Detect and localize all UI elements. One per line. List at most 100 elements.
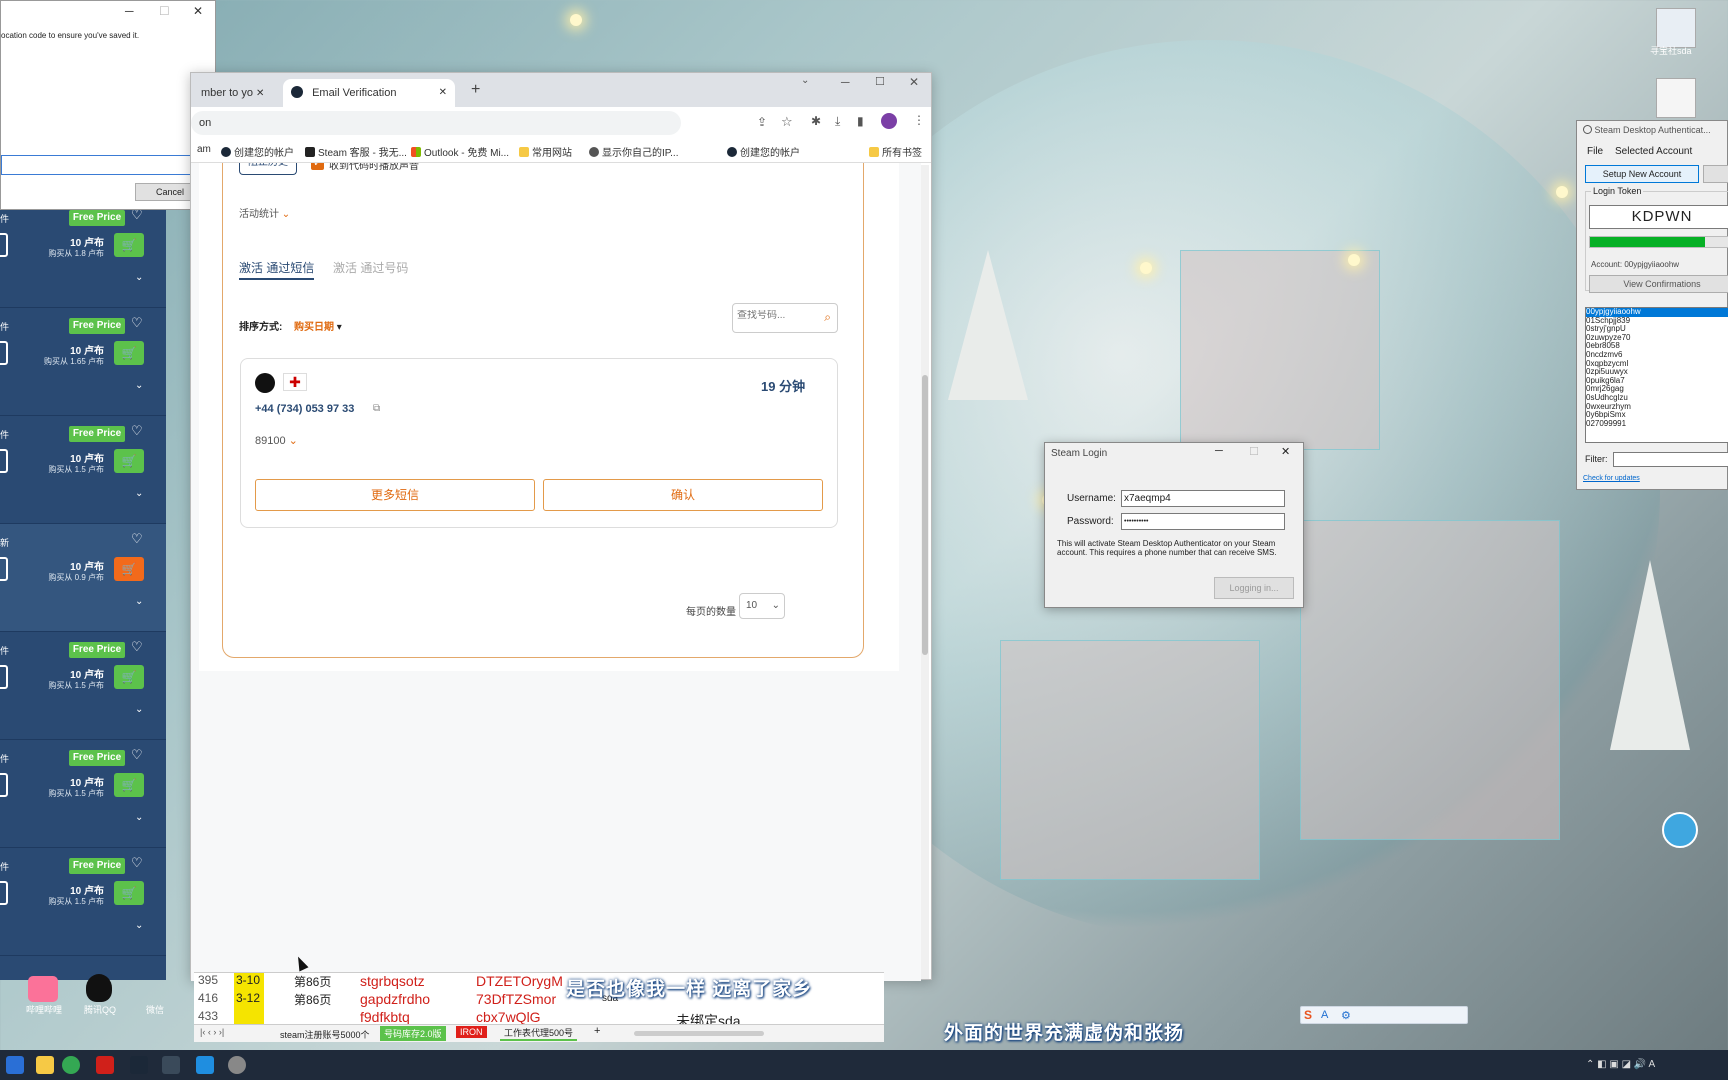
- search-input[interactable]: [737, 310, 813, 321]
- chevron-down-icon[interactable]: ⌄: [135, 488, 143, 499]
- star-icon[interactable]: ☆: [781, 114, 793, 130]
- minimize-icon[interactable]: ─: [125, 4, 134, 18]
- heart-icon[interactable]: ♡: [131, 423, 143, 439]
- heart-icon[interactable]: ♡: [131, 531, 143, 547]
- bookmark-item[interactable]: 常用网站: [519, 144, 572, 159]
- password-cell[interactable]: 73DfTZSmor: [476, 991, 556, 1007]
- username-cell[interactable]: f9dfkbtq: [360, 1009, 410, 1025]
- search-icon[interactable]: ⌕: [824, 310, 831, 325]
- close-icon[interactable]: ✕: [909, 75, 919, 89]
- bookmark-item[interactable]: 创建您的帐户: [727, 144, 800, 159]
- password-field[interactable]: ••••••••••: [1121, 513, 1285, 530]
- activity-stats-toggle[interactable]: 活动统计 ⌄: [239, 205, 290, 220]
- heart-icon[interactable]: ♡: [131, 747, 143, 763]
- lock-icon[interactable]: [162, 1056, 180, 1074]
- sheet-nav-icon[interactable]: |‹ ‹ › ›|: [200, 1027, 224, 1037]
- cart-button[interactable]: 🛒: [114, 665, 144, 689]
- list-item[interactable]: 件 Free Price ♡ 10 卢布 购买从 1.65 卢布 🛒 ⌄: [0, 308, 166, 416]
- heart-icon[interactable]: ♡: [131, 639, 143, 655]
- bookmark-item[interactable]: Outlook - 免费 Mi...: [411, 144, 509, 159]
- check-updates-link[interactable]: Check for updates: [1583, 475, 1640, 482]
- desktop-icon-document[interactable]: [1656, 78, 1696, 118]
- tab-email-verification[interactable]: Email Verification ✕: [283, 79, 455, 107]
- maximize-icon[interactable]: ☐: [1249, 445, 1259, 458]
- menu-selected-account[interactable]: Selected Account: [1615, 146, 1692, 157]
- sheet-tab[interactable]: IRON: [456, 1026, 487, 1038]
- add-sheet-button[interactable]: +: [594, 1025, 600, 1037]
- filter-input[interactable]: [1613, 452, 1728, 467]
- cart-button[interactable]: 🛒: [114, 773, 144, 797]
- cart-button[interactable]: 🛒: [114, 881, 144, 905]
- date-cell[interactable]: 3-12: [236, 991, 260, 1005]
- ime-mode-icon[interactable]: A: [1321, 1009, 1328, 1021]
- sheet-tab-active[interactable]: 工作表代理500号: [500, 1026, 578, 1041]
- cart-button[interactable]: 🛒: [114, 557, 144, 581]
- chevron-down-icon[interactable]: ⌄: [135, 704, 143, 715]
- close-icon[interactable]: ✕: [256, 88, 264, 99]
- sidepanel-icon[interactable]: ▮: [857, 114, 864, 128]
- chevron-down-icon[interactable]: ⌄: [801, 75, 809, 86]
- wps-icon[interactable]: [96, 1056, 114, 1074]
- bookmark-item[interactable]: 所有书签: [869, 144, 922, 159]
- menu-file[interactable]: File: [1587, 146, 1603, 157]
- sogou-icon[interactable]: S: [1304, 1008, 1312, 1022]
- confirm-button[interactable]: 确认: [543, 479, 823, 511]
- maximize-icon[interactable]: ☐: [159, 4, 170, 18]
- chevron-down-icon[interactable]: ⌄: [135, 812, 143, 823]
- list-item[interactable]: 新 ♡ 10 卢布 购买从 0.9 卢布 🛒 ⌄: [0, 524, 166, 632]
- bookmark-item[interactable]: am: [197, 144, 211, 155]
- list-item[interactable]: 件 Free Price ♡ 10 卢布 购买从 1.8 卢布 🛒 ⌄: [0, 200, 166, 308]
- tab-activate-number[interactable]: 激活 通过号码: [333, 259, 408, 276]
- sheet-tab[interactable]: 号码库存2.0版: [380, 1026, 446, 1041]
- more-sms-button[interactable]: 更多短信: [255, 479, 535, 511]
- recovery-code-input[interactable]: [1, 155, 207, 175]
- extensions-icon[interactable]: ✱: [811, 114, 821, 128]
- scrollbar[interactable]: [921, 165, 929, 979]
- file-explorer-icon[interactable]: [36, 1056, 54, 1074]
- cart-button[interactable]: 🛒: [114, 233, 144, 257]
- block-history-button[interactable]: 阻止历史: [239, 163, 297, 175]
- menu-icon[interactable]: ⋮: [913, 113, 925, 127]
- chevron-down-icon[interactable]: ⌄: [135, 380, 143, 391]
- ime-tools-icon[interactable]: ⚙: [1341, 1009, 1351, 1022]
- username-cell[interactable]: stgrbqsotz: [360, 973, 425, 989]
- username-cell[interactable]: gapdzfrdho: [360, 991, 430, 1007]
- scroll-thumb[interactable]: [922, 375, 928, 655]
- per-page-select[interactable]: 10 ⌄: [739, 593, 785, 619]
- date-cell[interactable]: 3-10: [236, 973, 260, 987]
- minimize-icon[interactable]: ─: [841, 75, 850, 89]
- cart-button[interactable]: 🛒: [114, 341, 144, 365]
- heart-icon[interactable]: ♡: [131, 315, 143, 331]
- sound-checkbox[interactable]: ✓: [311, 163, 324, 170]
- copy-icon[interactable]: ⧉: [373, 403, 380, 414]
- list-item[interactable]: 件 Free Price ♡ 10 卢布 购买从 1.5 卢布 🛒 ⌄: [0, 848, 166, 956]
- username-field[interactable]: x7aeqmp4: [1121, 490, 1285, 507]
- maximize-icon[interactable]: ☐: [875, 75, 885, 88]
- account-list[interactable]: 00ypjgyiiaoohw 01Schpjj839 0stryj'gnpU 0…: [1585, 307, 1728, 443]
- ime-toolbar[interactable]: S A ⚙: [1300, 1006, 1468, 1024]
- share-icon[interactable]: ⇪: [757, 115, 767, 129]
- number-search[interactable]: ⌕: [732, 303, 838, 333]
- login-button[interactable]: Logging in...: [1214, 577, 1294, 599]
- close-icon[interactable]: ✕: [1281, 445, 1290, 458]
- new-tab-button[interactable]: +: [471, 81, 480, 99]
- cart-button[interactable]: 🛒: [114, 449, 144, 473]
- secondary-button[interactable]: [1703, 165, 1728, 183]
- url-input[interactable]: on: [191, 111, 681, 135]
- bilibili-icon[interactable]: [28, 976, 58, 1002]
- chrome-icon[interactable]: [62, 1056, 80, 1074]
- windows-start-icon[interactable]: [6, 1056, 24, 1074]
- sms-code-toggle[interactable]: 89100 ⌄: [255, 434, 298, 447]
- desktop-icon-app[interactable]: [1662, 812, 1698, 848]
- password-cell[interactable]: cbx7wQlG: [476, 1009, 541, 1025]
- sort-select[interactable]: 购买日期 ▾: [294, 318, 342, 333]
- token-display[interactable]: KDPWN: [1589, 205, 1728, 229]
- qq-icon[interactable]: [86, 974, 112, 1002]
- chevron-down-icon[interactable]: ⌄: [135, 920, 143, 931]
- steam-icon[interactable]: [130, 1056, 148, 1074]
- view-confirmations-button[interactable]: View Confirmations: [1589, 275, 1728, 293]
- bookmark-item[interactable]: 创建您的帐户: [221, 144, 294, 159]
- chevron-down-icon[interactable]: ⌄: [135, 596, 143, 607]
- app-icon[interactable]: [228, 1056, 246, 1074]
- profile-avatar[interactable]: [881, 113, 897, 129]
